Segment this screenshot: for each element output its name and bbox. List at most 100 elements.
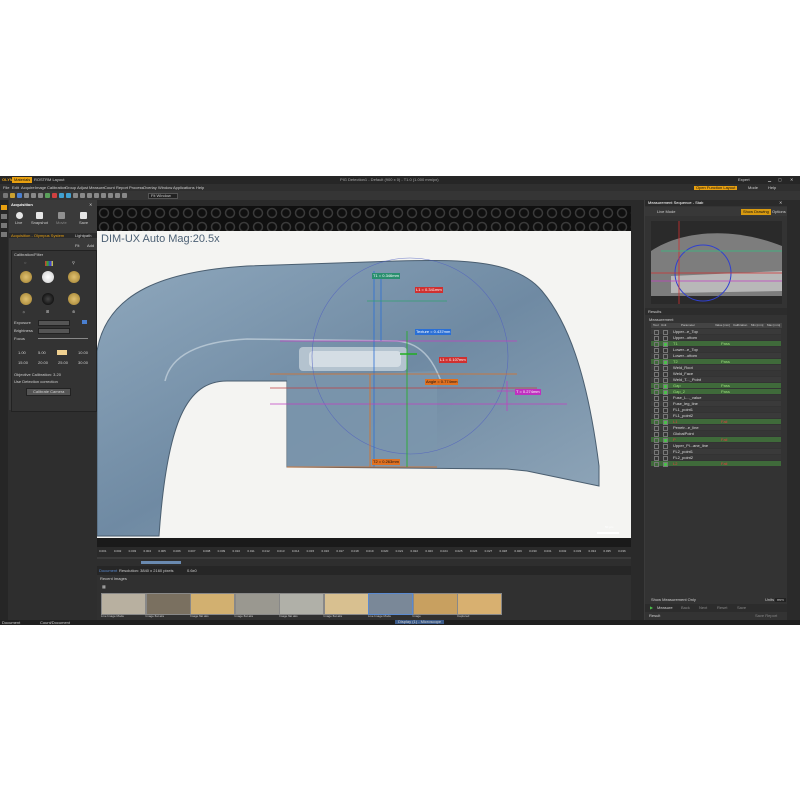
menu-help[interactable]: Help [196,186,204,190]
menu-applications[interactable]: Applications [173,186,195,190]
menu-measure[interactable]: Measure [89,186,105,190]
save-report-button[interactable]: Save Report [755,614,777,618]
black-level-icon[interactable] [42,293,54,305]
measurement-row[interactable]: Upper_Pl...ane_line [651,443,781,449]
snapshot-button[interactable]: Snapshot [31,210,48,226]
measurement-row[interactable]: Weld_Root [651,365,781,371]
brightness-input[interactable] [38,328,70,334]
micrograph[interactable] [97,231,631,538]
thumbnail-item[interactable] [190,593,235,615]
measurement-row[interactable]: Lower...e_Top [651,347,781,353]
zoom-out-icon[interactable] [66,193,71,198]
thumbnail-item[interactable] [368,593,413,615]
measurement-row[interactable]: Weld_Face [651,371,781,377]
menu-report[interactable]: Report [116,186,128,190]
label-t2[interactable]: T2 = 0.263mm [372,459,400,465]
measurement-row[interactable]: T1 Pass [651,341,781,347]
measurement-row[interactable]: Fuse_L..._value [651,395,781,401]
measurement-row[interactable]: FL2_point1 [651,449,781,455]
menu-count[interactable]: Count [104,186,115,190]
zoom-select[interactable]: Fit Window [148,193,178,199]
grid-toggle-icon[interactable]: ⊞ [46,310,49,314]
measurement-row[interactable]: FL2_point2 [651,455,781,461]
thumbnail-item[interactable] [457,593,502,615]
reset-button[interactable]: Reset [717,606,727,610]
rotate-icon[interactable] [80,193,85,198]
label-angle[interactable]: Angle = 0.774mm [425,379,459,385]
menu-calibration[interactable]: Calibration [47,186,66,190]
movie-button[interactable]: Movie [53,210,70,226]
measurement-row[interactable]: Weld_T..._Point [651,377,781,383]
scrollbar-thumb[interactable] [141,561,181,564]
thumbnail-item[interactable] [145,593,191,615]
save-run-button[interactable]: Save [737,606,746,610]
tab-lightpath[interactable]: Lightpath [75,234,91,238]
settings-icon[interactable] [122,193,127,198]
new-icon[interactable] [3,193,8,198]
label-l1[interactable]: L1 = 0.341mm [415,287,443,293]
measurement-row[interactable]: Fuse_leg_line [651,401,781,407]
horizontal-scrollbar[interactable] [97,559,631,566]
fit-icon[interactable] [87,193,92,198]
redo-icon[interactable] [38,193,43,198]
save-image-button[interactable]: Save [75,210,92,226]
menu-group[interactable]: Group [65,186,76,190]
preset-4[interactable]: 10.00 [78,351,88,355]
menu-process[interactable]: Process [129,186,143,190]
show-drawing-button[interactable]: Show Drawing [741,209,771,215]
minimize-icon[interactable]: ▁ [768,178,771,182]
measurement-row[interactable]: L2 Fail [651,461,781,467]
label-l1-second[interactable]: L1 = 0.107mm [439,357,467,363]
menu-adjust[interactable]: Adjust [77,186,88,190]
focus-slider[interactable] [38,338,88,339]
panel-close-icon[interactable]: ✕ [89,203,92,207]
focus-icon[interactable]: ⊛ [72,310,75,314]
detection-correction-checkbox[interactable]: Use Detection correction [14,380,58,384]
measure-button[interactable]: Measure [657,606,673,610]
menu-window[interactable]: Window [158,186,172,190]
grid-icon[interactable] [94,193,99,198]
save-icon[interactable] [17,193,22,198]
next-button[interactable]: Next [699,606,707,610]
color-bars-icon[interactable] [45,261,53,266]
live-mode-select[interactable]: Live Mode [657,210,675,214]
mode-menu[interactable]: Mode [748,186,758,190]
row-select-checkbox[interactable] [654,462,659,467]
record-icon[interactable] [52,193,57,198]
preset-7[interactable]: 25.00 [58,361,68,365]
measure-play-icon[interactable]: ▶ [650,606,653,610]
preset-color-swatch[interactable] [57,350,67,355]
open-icon[interactable] [10,193,15,198]
acquisition-icon[interactable] [1,205,7,210]
calibrate-camera-button[interactable]: Calibrate Camera [26,388,72,396]
measurement-row[interactable]: T2 Pass [651,359,781,365]
gamma-knob-icon[interactable] [68,293,80,305]
menu-overlay[interactable]: Overlay [143,186,157,190]
exposure-knob-icon[interactable] [20,271,32,283]
maximize-icon[interactable]: ▢ [778,178,782,182]
gallery-icon[interactable] [1,223,7,228]
measurement-row[interactable]: L1 Fail [651,419,781,425]
close-icon[interactable]: ✕ [790,178,793,182]
preset-5[interactable]: 15.00 [18,361,28,365]
measurement-row[interactable]: GlobalPoint [651,431,781,437]
zoom-in-icon[interactable] [59,193,64,198]
image-viewer[interactable]: DIM-UX Auto Mag:20.5x 50 µm T1 = 0.346mm… [97,231,631,538]
measurement-row[interactable]: Gap Pass [651,383,781,389]
help-menu[interactable]: Help [768,186,776,190]
white-balance-icon[interactable] [42,271,54,283]
panel-close-icon[interactable]: ✕ [779,201,782,205]
menu-file[interactable]: File [3,186,9,190]
measurement-row[interactable]: Penetr...e_line [651,425,781,431]
label-t1[interactable]: T1 = 0.346mm [372,273,400,279]
contrast-knob-icon[interactable] [20,293,32,305]
open-function-layout-button[interactable]: Open Function Layout [694,186,738,190]
live-button[interactable]: Live [11,210,28,226]
units-select[interactable]: mm [775,598,786,602]
thumbnail-item[interactable] [234,593,280,615]
navigator-icon[interactable] [1,232,7,237]
tab-layout[interactable]: ROSTRM Layout [34,178,64,182]
back-button[interactable]: Back [681,606,690,610]
thumbnail-item[interactable] [101,593,146,615]
add-button[interactable]: Add [87,244,94,248]
